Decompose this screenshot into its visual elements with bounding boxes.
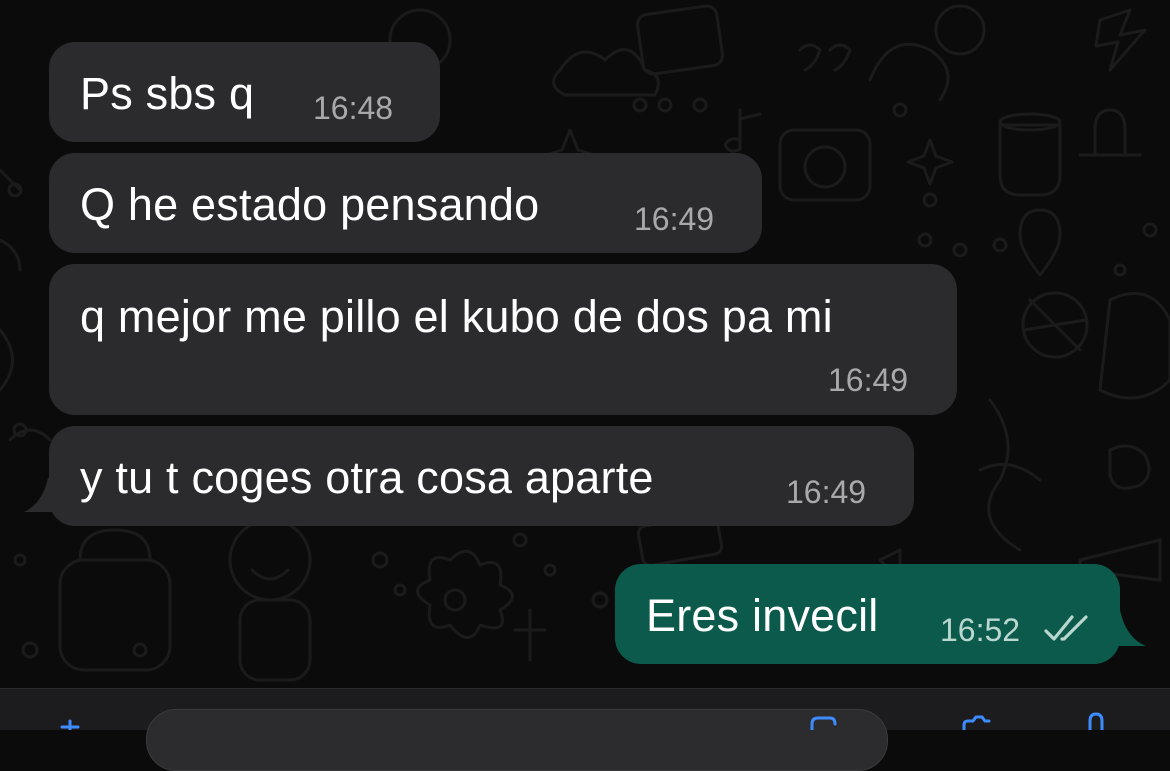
message-timestamp: 16:49 [786, 474, 867, 510]
message-text: y tu t coges otra cosa aparte [80, 452, 654, 503]
sticker-icon[interactable] [808, 715, 838, 730]
composer-bar [0, 688, 1170, 771]
message-bubble[interactable]: y tu t coges otra cosa aparte 16:49 [49, 426, 914, 526]
chat-area[interactable]: Ps sbs q 16:48 Q he estado pensando 16:4… [0, 0, 1170, 688]
plus-icon[interactable] [56, 715, 84, 730]
message-bubble[interactable]: q mejor me pillo el kubo de dos pa mi 16… [49, 264, 957, 415]
double-check-icon [1044, 615, 1088, 641]
message-text: Ps sbs q [80, 68, 255, 119]
message-text: Q he estado pensando [80, 179, 540, 230]
mic-icon[interactable] [1082, 711, 1110, 730]
message-timestamp: 16:48 [313, 90, 394, 126]
message-text: Eres invecil [646, 590, 879, 641]
message-text: q mejor me pillo el kubo de dos pa mi [80, 291, 833, 342]
message-timestamp: 16:49 [828, 362, 909, 398]
message-timestamp: 16:49 [634, 201, 715, 237]
message-bubble[interactable]: Ps sbs q 16:48 [49, 42, 440, 142]
message-input[interactable] [146, 709, 888, 771]
camera-icon[interactable] [960, 715, 994, 730]
message-timestamp: 16:52 [940, 612, 1021, 648]
message-bubble[interactable]: Q he estado pensando 16:49 [49, 153, 762, 253]
message-bubble-outgoing[interactable]: Eres invecil 16:52 [615, 564, 1120, 664]
